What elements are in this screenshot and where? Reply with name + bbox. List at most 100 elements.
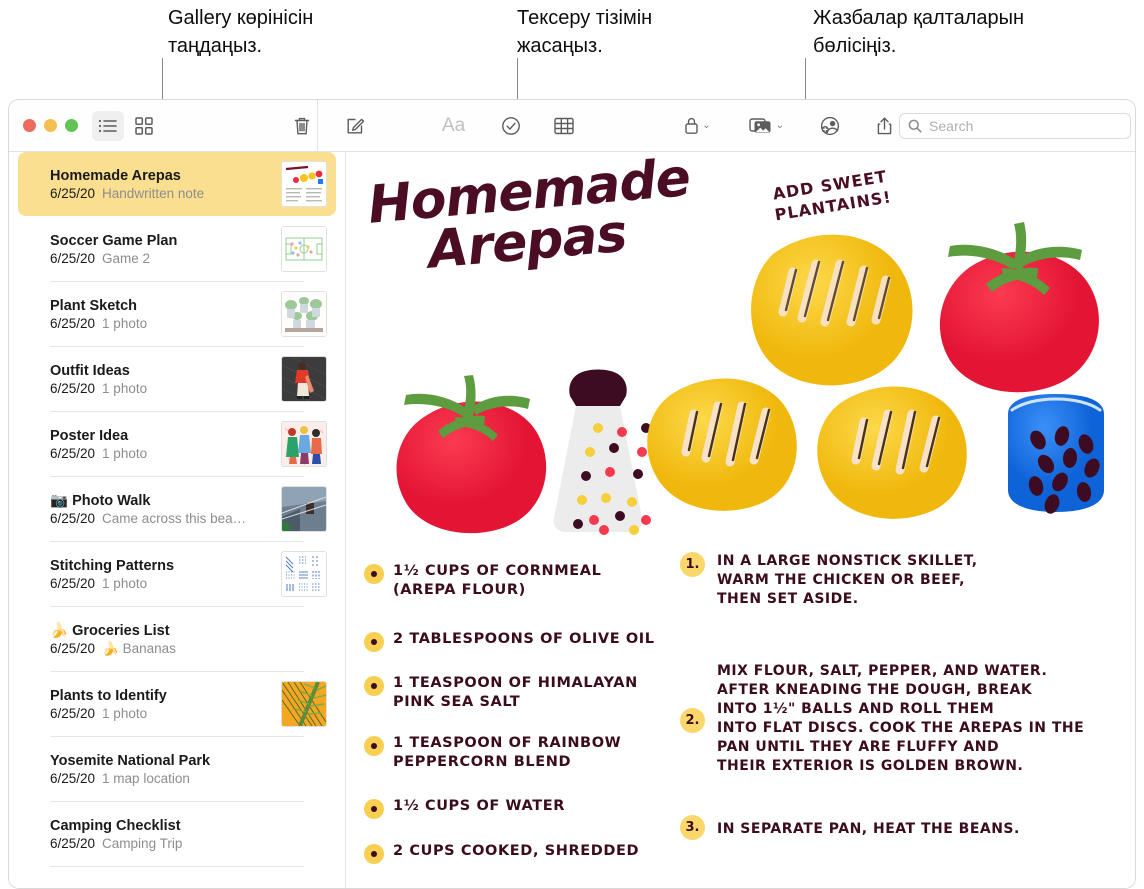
notes-list-item[interactable]: Plants to Identify 6/25/20 1 photo <box>18 672 336 736</box>
table-button[interactable] <box>548 111 580 141</box>
step-text: MIX FLOUR, SALT, PEPPER, AND WATER. AFTE… <box>717 663 1085 774</box>
peppercorn-grinder <box>553 369 651 535</box>
zoom-button[interactable] <box>65 119 78 132</box>
note-snippet: 1 photo <box>102 705 148 721</box>
note-snippet: Game 2 <box>102 250 151 266</box>
checklist-button[interactable] <box>495 111 527 141</box>
share-folder-button[interactable] <box>813 111 848 141</box>
close-button[interactable] <box>23 119 36 132</box>
note-date: 6/25/20 <box>50 445 96 461</box>
notes-list-item[interactable]: Plant Sketch 6/25/20 1 photo <box>18 282 336 346</box>
ingredient-text: 2 CUPS COOKED, SHREDDED <box>393 843 640 859</box>
tomato-mid-left <box>396 375 547 534</box>
instruction-step: 1. IN A LARGE NONSTICK SKILLET, WARM THE… <box>680 552 1100 609</box>
arepa-mid-2 <box>817 386 967 519</box>
ingredient-text: 1 TEASPOON OF HIMALAYAN PINK SEA SALT <box>393 675 638 710</box>
checklist-bullet-icon[interactable] <box>364 736 384 756</box>
note-thumbnail <box>281 161 327 207</box>
note-meta: 6/25/20 1 map location <box>50 771 327 786</box>
note-thumbnail <box>281 486 327 532</box>
format-button[interactable]: Aa <box>436 111 471 141</box>
step-text: IN A LARGE NONSTICK SKILLET, WARM THE CH… <box>717 553 978 607</box>
search-field[interactable]: Search <box>899 112 1132 139</box>
checklist-bullet-icon[interactable] <box>364 844 384 864</box>
notes-list-item-text: Soccer Game Plan 6/25/20 Game 2 <box>18 233 281 266</box>
insert-media-button[interactable]: ⌄ <box>743 111 790 141</box>
checklist-bullet-icon[interactable] <box>364 632 384 652</box>
callout-gallery-view: Gallery көрінісін таңдаңыз. <box>168 7 314 57</box>
ingredient-text: 2 TABLESPOONS OF OLIVE OIL <box>393 631 655 647</box>
note-title: Poster Idea <box>50 427 129 444</box>
note-meta: 6/25/20 Came across this bea… <box>50 511 281 526</box>
note-title: Outfit Ideas <box>50 362 130 379</box>
note-date: 6/25/20 <box>50 770 96 786</box>
note-date: 6/25/20 <box>50 315 96 331</box>
new-note-button[interactable] <box>340 111 371 141</box>
notes-list-item[interactable]: Camping Checklist 6/25/20 Camping Trip <box>18 802 336 866</box>
note-title: Soccer Game Plan <box>50 232 178 249</box>
checklist-bullet-icon[interactable] <box>364 799 384 819</box>
note-snippet: 1 photo <box>102 575 148 591</box>
toolbar: Aa ⌄ ⌄ Search <box>9 100 1135 152</box>
note-title: 📷 Photo Walk <box>50 493 151 509</box>
callout-share-folder: Жазбалар қалталарын бөлісіңіз. <box>813 7 1025 57</box>
note-date: 6/25/20 <box>50 835 96 851</box>
notes-list-item-text: Plant Sketch 6/25/20 1 photo <box>18 298 281 331</box>
chevron-down-icon: ⌄ <box>702 119 711 131</box>
toolbar-sidebar-section <box>9 100 318 151</box>
note-title: Plants to Identify <box>50 687 167 704</box>
ingredient-item: 2 CUPS COOKED, SHREDDED <box>364 842 664 864</box>
notes-list-item-text: 🍌 Groceries List 6/25/20 🍌 Bananas <box>18 622 327 657</box>
note-title: Plant Sketch <box>50 297 138 314</box>
notes-list-item[interactable]: Soccer Game Plan 6/25/20 Game 2 <box>18 217 336 281</box>
note-date: 6/25/20 <box>50 380 96 396</box>
list-view-button[interactable] <box>92 110 124 141</box>
minimize-button[interactable] <box>44 119 57 132</box>
instruction-step: 2. MIX FLOUR, SALT, PEPPER, AND WATER. A… <box>680 662 1120 776</box>
notes-list-item[interactable]: Stitching Patterns 6/25/20 1 photo <box>18 542 336 606</box>
step-number: 2. <box>680 708 705 733</box>
notes-list-item[interactable]: 🍌 Groceries List 6/25/20 🍌 Bananas <box>18 607 336 671</box>
note-meta: 6/25/20 Game 2 <box>50 251 281 266</box>
notes-list-item[interactable]: Poster Idea 6/25/20 1 photo <box>18 412 336 476</box>
notes-list-item[interactable]: 📷 Photo Walk 6/25/20 Came across this bea… <box>18 477 336 541</box>
note-meta: 6/25/20 Camping Trip <box>50 836 327 851</box>
note-canvas[interactable]: Homemade Arepas ADD SWEET PLANTAINS! 1½ … <box>346 152 1135 888</box>
gallery-view-button[interactable] <box>129 111 159 141</box>
checklist-bullet-icon[interactable] <box>364 676 384 696</box>
note-date: 6/25/20 <box>50 511 96 526</box>
notes-list[interactable]: Homemade Arepas 6/25/20 Handwritten note So… <box>9 152 346 888</box>
note-snippet: 1 map location <box>102 770 190 786</box>
note-snippet: Camping Trip <box>102 835 183 851</box>
search-icon <box>908 119 922 133</box>
notes-list-item-text: 📷 Photo Walk 6/25/20 Came across this bea… <box>18 492 281 526</box>
ingredient-item: 2 TABLESPOONS OF OLIVE OIL <box>364 630 684 652</box>
ingredient-item: 1 TEASPOON OF RAINBOW PEPPERCORN BLEND <box>364 734 654 772</box>
note-thumbnail <box>281 681 327 727</box>
note-emoji-icon: 🍌 <box>50 622 69 639</box>
note-title: Camping Checklist <box>50 817 181 834</box>
arepa-top-left <box>751 234 913 386</box>
arepa-mid-1 <box>647 378 797 511</box>
note-date: 6/25/20 <box>50 575 96 591</box>
checklist-bullet-icon[interactable] <box>364 564 384 584</box>
notes-list-item-text: Outfit Ideas 6/25/20 1 photo <box>18 363 281 396</box>
note-title: Homemade Arepas <box>50 167 181 184</box>
notes-list-item[interactable]: Homemade Arepas 6/25/20 Handwritten note <box>18 152 336 216</box>
share-note-button[interactable] <box>870 111 899 141</box>
tomato-top-right <box>939 222 1099 393</box>
step-text: IN SEPARATE PAN, HEAT THE BEANS. <box>717 821 1020 837</box>
lock-note-button[interactable]: ⌄ <box>678 111 716 141</box>
callout-checklist: Тексеру тізімін жасаңыз. <box>517 7 653 57</box>
note-thumbnail <box>281 291 327 337</box>
notes-list-item-text: Poster Idea 6/25/20 1 photo <box>18 428 281 461</box>
note-snippet: 🍌 Bananas <box>102 640 176 656</box>
notes-list-item[interactable]: Outfit Ideas 6/25/20 1 photo <box>18 347 336 411</box>
note-thumbnail <box>281 551 327 597</box>
delete-note-button[interactable] <box>287 111 317 141</box>
ingredient-text: 1 TEASPOON OF RAINBOW PEPPERCORN BLEND <box>393 735 622 770</box>
note-title: Yosemite National Park <box>50 752 211 769</box>
window-body: Homemade Arepas 6/25/20 Handwritten note So… <box>9 152 1135 888</box>
note-meta: 6/25/20 Handwritten note <box>50 186 281 201</box>
notes-list-item[interactable]: Yosemite National Park 6/25/20 1 map locat… <box>18 737 336 801</box>
